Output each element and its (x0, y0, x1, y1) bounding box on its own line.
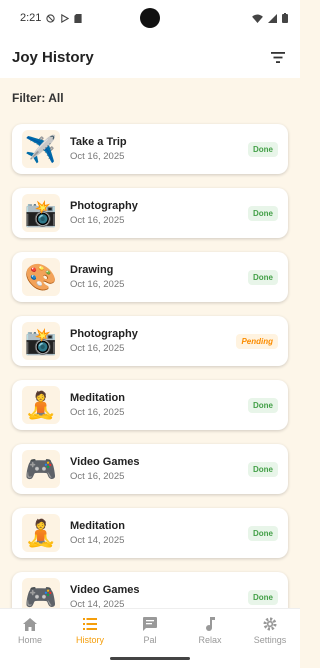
home-icon (23, 616, 37, 632)
activity-date: Oct 14, 2025 (70, 535, 125, 546)
nav-label: Pal (143, 635, 157, 645)
sd-card-icon (74, 13, 83, 23)
activity-emoji: 📸 (22, 194, 60, 232)
nav-label: Relax (198, 635, 222, 645)
activity-emoji: 🎨 (22, 258, 60, 296)
activity-title: Take a Trip (70, 136, 127, 148)
battery-icon (282, 13, 288, 23)
status-badge: Done (248, 141, 278, 157)
activity-title: Meditation (70, 520, 125, 532)
activity-title: Photography (70, 200, 138, 212)
filter-icon (271, 51, 285, 63)
activity-date: Oct 16, 2025 (70, 279, 125, 290)
music-note-icon (205, 616, 215, 632)
gear-icon (263, 616, 277, 632)
status-badge: Done (248, 589, 278, 605)
activity-emoji: 🧘 (22, 386, 60, 424)
status-badge: Done (248, 461, 278, 477)
activity-date: Oct 16, 2025 (70, 215, 125, 226)
filter-button[interactable] (268, 47, 288, 67)
nav-label: Settings (253, 635, 287, 645)
dnd-icon (46, 13, 56, 23)
list-item[interactable]: 🎮 Video Games Oct 16, 2025 Done (12, 444, 288, 494)
activity-title: Photography (70, 328, 138, 340)
list-item[interactable]: 🎨 Drawing Oct 16, 2025 Done (12, 252, 288, 302)
nav-settings[interactable]: Settings (240, 609, 300, 668)
list-icon (83, 616, 97, 632)
activity-date: Oct 16, 2025 (70, 343, 125, 354)
list-item[interactable]: 🧘 Meditation Oct 14, 2025 Done (12, 508, 288, 558)
activity-emoji: 📸 (22, 322, 60, 360)
camera-cutout (140, 8, 160, 28)
activity-emoji: 🎮 (22, 450, 60, 488)
status-badge: Done (248, 525, 278, 541)
history-list: ✈️ Take a Trip Oct 16, 2025 Done 📸 Photo… (12, 124, 288, 636)
activity-title: Video Games (70, 584, 140, 596)
play-icon (61, 13, 70, 23)
list-item[interactable]: 📸 Photography Oct 16, 2025 Pending (12, 316, 288, 366)
app-bar: Joy History (0, 36, 300, 78)
activity-emoji: ✈️ (22, 130, 60, 168)
activity-title: Drawing (70, 264, 114, 276)
list-item[interactable]: 📸 Photography Oct 16, 2025 Done (12, 188, 288, 238)
home-indicator[interactable] (110, 657, 190, 660)
page-title: Joy History (12, 48, 94, 66)
activity-emoji: 🧘 (22, 514, 60, 552)
status-badge: Pending (236, 333, 278, 349)
activity-date: Oct 16, 2025 (70, 471, 125, 482)
filter-label: Filter: All (12, 91, 64, 105)
status-time: 2:21 (20, 12, 42, 24)
nav-label: Home (17, 635, 42, 645)
nav-label: History (75, 635, 104, 645)
activity-title: Meditation (70, 392, 125, 404)
chat-icon (143, 616, 157, 632)
activity-date: Oct 16, 2025 (70, 407, 125, 418)
list-item[interactable]: ✈️ Take a Trip Oct 16, 2025 Done (12, 124, 288, 174)
signal-icon (268, 13, 277, 23)
activity-title: Video Games (70, 456, 140, 468)
status-badge: Done (248, 269, 278, 285)
status-badge: Done (248, 205, 278, 221)
list-item[interactable]: 🧘 Meditation Oct 16, 2025 Done (12, 380, 288, 430)
activity-date: Oct 16, 2025 (70, 151, 125, 162)
status-badge: Done (248, 397, 278, 413)
nav-home[interactable]: Home (0, 609, 60, 668)
wifi-icon (252, 13, 263, 23)
